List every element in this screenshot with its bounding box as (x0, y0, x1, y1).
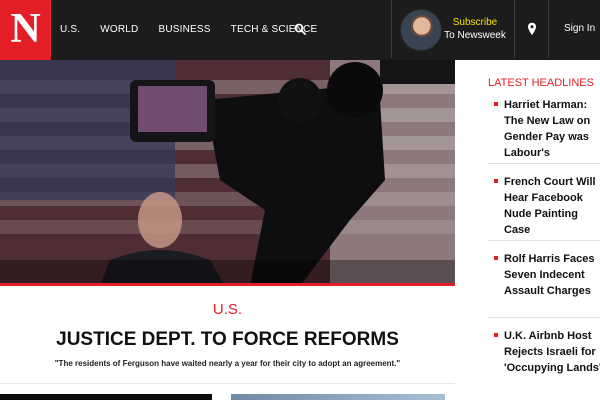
content-divider (0, 383, 455, 384)
sidebar-title: LATEST HEADLINES (488, 77, 594, 89)
subscribe-button[interactable]: Subscribe To Newsweek (438, 16, 512, 42)
headline-text: U.K. Airbnb Host Rejects Israeli for 'Oc… (504, 330, 600, 374)
story-thumbnail[interactable] (231, 394, 445, 400)
search-icon[interactable] (294, 23, 306, 35)
location-pin-icon[interactable] (527, 22, 537, 36)
headline-text: Rolf Harris Faces Seven Indecent Assault… (504, 253, 595, 297)
hero-headline[interactable]: JUSTICE DEPT. TO FORCE REFORMS (0, 329, 455, 351)
subscriber-avatar[interactable] (400, 9, 442, 51)
subscribe-label: Subscribe (452, 17, 498, 28)
headline-text: Harriet Harman: The New Law on Gender Pa… (504, 99, 591, 159)
bullet-icon (494, 102, 498, 106)
header-divider (514, 0, 515, 58)
latest-headlines-sidebar: LATEST HEADLINES Harriet Harman: The New… (455, 60, 600, 400)
hero-accent-line (0, 283, 455, 286)
nav-item-world[interactable]: WORLD (100, 24, 138, 35)
nav-item-business[interactable]: BUSINESS (158, 24, 210, 35)
logo-letter: N (10, 6, 41, 52)
headline-item[interactable]: U.K. Airbnb Host Rejects Israeli for 'Oc… (488, 328, 600, 400)
newsweek-logo[interactable]: N (0, 0, 51, 60)
headline-text: French Court Will Hear Facebook Nude Pai… (504, 176, 596, 236)
story-thumbnail[interactable] (0, 394, 212, 400)
hero-image[interactable] (0, 60, 455, 286)
headline-item[interactable]: Harriet Harman: The New Law on Gender Pa… (488, 97, 600, 164)
header-divider (548, 0, 549, 58)
subscribe-sub: To Newsweek (444, 30, 506, 41)
sign-in-link[interactable]: Sign In (564, 23, 595, 34)
header-divider (391, 0, 392, 58)
bullet-icon (494, 333, 498, 337)
headline-item[interactable]: Rolf Harris Faces Seven Indecent Assault… (488, 251, 600, 318)
bullet-icon (494, 256, 498, 260)
hero-dek: "The residents of Ferguson have waited n… (54, 359, 401, 368)
headline-item[interactable]: French Court Will Hear Facebook Nude Pai… (488, 174, 600, 241)
hero-photo (0, 60, 455, 286)
hero-section-label[interactable]: U.S. (0, 301, 455, 318)
bullet-icon (494, 179, 498, 183)
site-header: N U.S. WORLD BUSINESS TECH & SCIENCE Sub… (0, 0, 600, 60)
nav-item-us[interactable]: U.S. (60, 24, 80, 35)
